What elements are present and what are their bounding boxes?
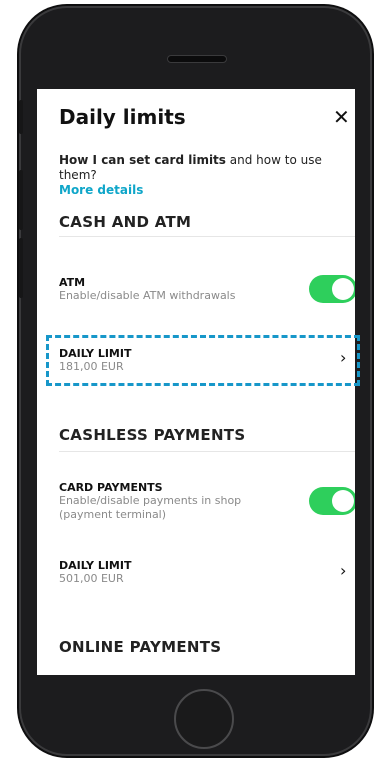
section-cashless: CASHLESS PAYMENTS bbox=[59, 426, 246, 444]
close-icon[interactable]: ✕ bbox=[333, 105, 350, 129]
volume-down-button bbox=[19, 238, 23, 298]
info-bold: How I can set card limits bbox=[59, 153, 226, 167]
section-online: ONLINE PAYMENTS bbox=[59, 638, 222, 656]
divider bbox=[59, 236, 355, 237]
toggle-knob bbox=[332, 278, 354, 300]
chevron-right-icon[interactable]: › bbox=[340, 348, 346, 367]
card-payments-title: CARD PAYMENTS bbox=[59, 481, 163, 494]
chevron-right-icon[interactable]: › bbox=[340, 561, 346, 580]
info-text: How I can set card limits and how to use… bbox=[59, 153, 349, 198]
card-payments-subtitle: Enable/disable payments in shop (payment… bbox=[59, 494, 242, 521]
page-title: Daily limits bbox=[59, 105, 186, 129]
home-button[interactable] bbox=[174, 689, 234, 749]
app-screen: Daily limits ✕ How I can set card limits… bbox=[37, 89, 355, 675]
mute-switch bbox=[19, 100, 23, 134]
speaker-grille bbox=[167, 55, 227, 63]
more-details-link[interactable]: More details bbox=[59, 183, 349, 198]
atm-subtitle: Enable/disable ATM withdrawals bbox=[59, 289, 236, 302]
atm-daily-limit-value: 181,00 EUR bbox=[59, 360, 124, 373]
card-daily-limit-value: 501,00 EUR bbox=[59, 572, 124, 585]
card-daily-limit-title: DAILY LIMIT bbox=[59, 559, 132, 572]
volume-up-button bbox=[19, 170, 23, 230]
section-cash-atm: CASH AND ATM bbox=[59, 213, 192, 231]
atm-title: ATM bbox=[59, 276, 86, 289]
atm-daily-limit-title: DAILY LIMIT bbox=[59, 347, 132, 360]
card-payments-toggle[interactable] bbox=[309, 487, 355, 515]
divider bbox=[59, 451, 355, 452]
atm-toggle[interactable] bbox=[309, 275, 355, 303]
toggle-knob bbox=[332, 490, 354, 512]
